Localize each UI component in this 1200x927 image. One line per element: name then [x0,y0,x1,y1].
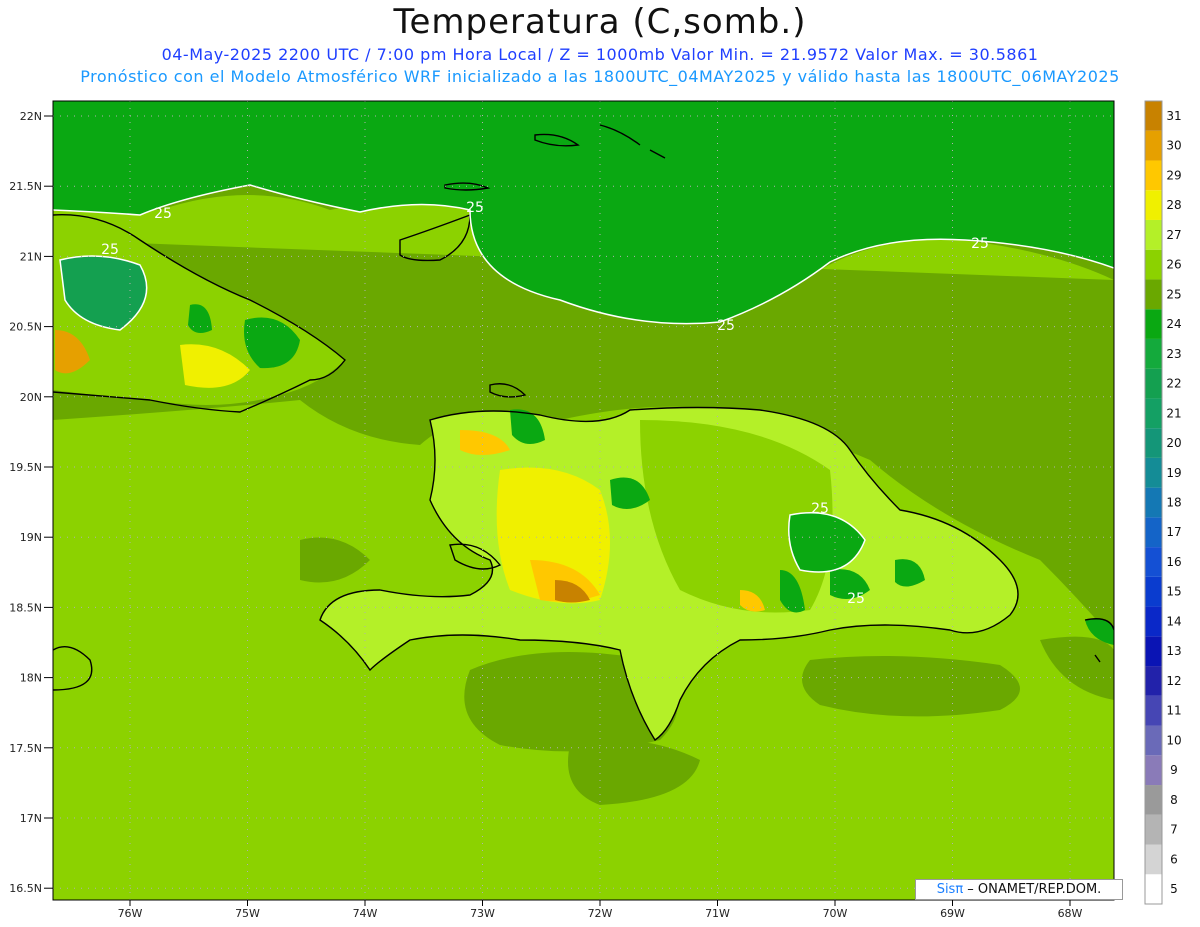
colorbar: 5 6 7 8 9 10 11 12 13 14 15 16 17 18 19 20 21 22 23 24 25 26 2… [1144,100,1182,905]
colorbar-label: 25 [1166,287,1181,301]
colorbar-label: 10 [1166,733,1181,747]
colorbar-swatch [1145,368,1162,399]
colorbar-swatch [1145,279,1162,310]
credit-box: Sisπ – ONAMET/REP.DOM. [915,879,1123,900]
colorbar-swatch [1145,101,1162,131]
svg-text:25: 25 [101,242,119,258]
colorbar-label: 9 [1170,763,1178,777]
lat-label: 17N [20,812,42,825]
colorbar-label: 20 [1166,436,1181,450]
colorbar-swatch [1145,666,1162,696]
colorbar-swatch [1145,160,1162,191]
colorbar-label: 19 [1166,466,1181,480]
colorbar-swatch [1145,636,1162,667]
forecast-map: 25 25 25 25 25 25 25 22N 21.5N 21N 20.5N 20N… [9,100,1182,920]
colorbar-label: 13 [1166,644,1181,658]
svg-text:25: 25 [717,318,735,334]
colorbar-label: 7 [1170,823,1178,837]
lon-label: 68W [1058,907,1083,920]
lon-label: 71W [705,907,730,920]
colorbar-label: 31 [1166,109,1181,123]
colorbar-label: 26 [1166,258,1181,272]
lat-label: 17.5N [9,742,42,755]
colorbar-swatch [1145,725,1162,756]
colorbar-swatch [1145,517,1162,548]
svg-text:25: 25 [847,591,865,607]
colorbar-swatch [1145,576,1162,607]
colorbar-swatch [1145,814,1162,845]
lat-label: 20.5N [9,321,42,334]
colorbar-swatch [1145,874,1162,904]
colorbar-label: 15 [1166,585,1181,599]
lat-label: 19.5N [9,461,42,474]
colorbar-swatch [1145,428,1162,458]
lat-label: 19N [20,531,42,544]
colorbar-label: 11 [1166,704,1181,718]
colorbar-label: 18 [1166,496,1181,510]
svg-text:25: 25 [154,206,172,222]
lat-label: 21N [20,250,42,263]
colorbar-label: 16 [1166,555,1181,569]
sispi-logo: Sisπ [936,882,964,897]
lon-label: 72W [588,907,613,920]
colorbar-label: 6 [1170,852,1178,866]
colorbar-swatch [1145,695,1162,726]
colorbar-swatch [1145,398,1162,429]
colorbar-label: 14 [1166,614,1181,628]
lat-label: 22N [20,110,42,123]
longitude-labels: 76W 75W 74W 73W 72W 71W 70W 69W 68W [118,900,1083,920]
colorbar-swatch [1145,309,1162,339]
credit-text: – ONAMET/REP.DOM. [963,882,1102,897]
colorbar-swatch [1145,457,1162,488]
svg-text:25: 25 [971,236,989,252]
colorbar-label: 8 [1170,793,1178,807]
colorbar-swatch [1145,755,1162,786]
lon-label: 73W [470,907,495,920]
lat-label: 21.5N [9,180,42,193]
colorbar-swatch [1145,219,1162,250]
colorbar-label: 30 [1166,139,1181,153]
colorbar-label: 17 [1166,525,1181,539]
colorbar-swatch [1145,606,1162,637]
colorbar-swatch [1145,547,1162,577]
lat-label: 18.5N [9,601,42,614]
lon-label: 70W [823,907,848,920]
colorbar-swatch [1145,785,1162,815]
colorbar-swatch [1145,487,1162,518]
svg-text:25: 25 [466,200,484,216]
colorbar-swatch [1145,190,1162,220]
colorbar-swatch [1145,249,1162,280]
lon-label: 69W [940,907,965,920]
lon-label: 76W [118,907,143,920]
lon-label: 75W [235,907,260,920]
lat-label: 16.5N [9,882,42,895]
colorbar-label: 22 [1166,377,1181,391]
colorbar-swatch [1145,844,1162,875]
colorbar-label: 5 [1170,882,1178,896]
colorbar-label: 21 [1166,406,1181,420]
lat-label: 20N [20,391,42,404]
colorbar-swatch [1145,130,1162,161]
colorbar-label: 27 [1166,228,1181,242]
colorbar-label: 28 [1166,198,1181,212]
latitude-labels: 22N 21.5N 21N 20.5N 20N 19.5N 19N 18.5N 18N 17.5N… [9,110,53,895]
colorbar-label: 24 [1166,317,1181,331]
lon-label: 74W [353,907,378,920]
svg-text:25: 25 [811,501,829,517]
colorbar-label: 29 [1166,168,1181,182]
colorbar-label: 12 [1166,674,1181,688]
colorbar-label: 23 [1166,347,1181,361]
lat-label: 18N [20,672,42,685]
colorbar-swatch [1145,338,1162,369]
temperature-field [53,101,1114,900]
